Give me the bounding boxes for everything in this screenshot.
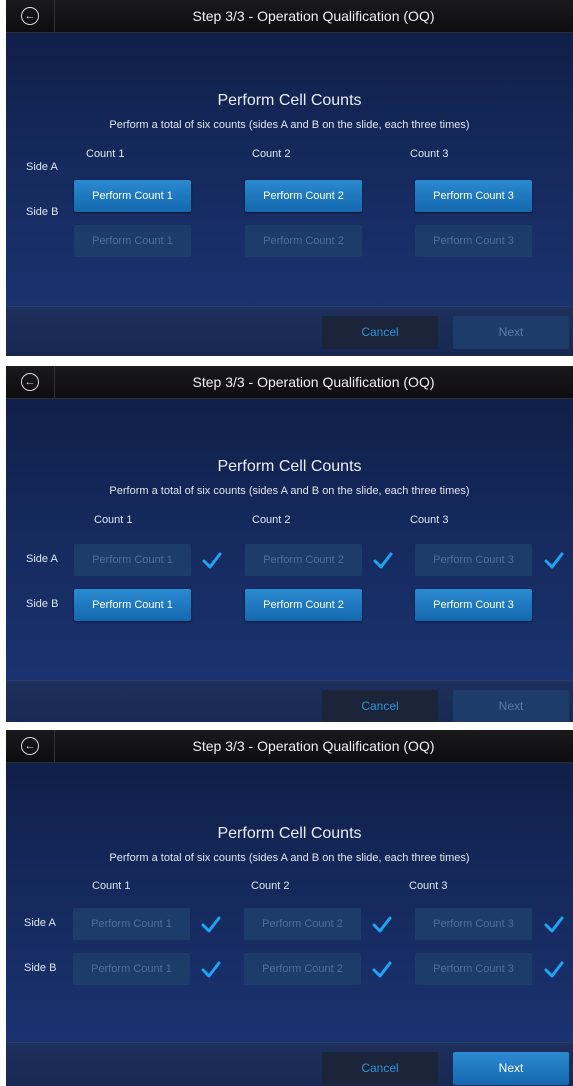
column-header-count-2: Count 2: [251, 880, 290, 892]
perform-count-3-side-b-button[interactable]: Perform Count 3: [415, 953, 532, 985]
screen-3: ← Step 3/3 - Operation Qualification (OQ…: [6, 730, 573, 1086]
perform-count-2-side-b-button[interactable]: Perform Count 2: [245, 589, 362, 621]
title-bar: ← Step 3/3 - Operation Qualification (OQ…: [6, 0, 573, 33]
cancel-button[interactable]: Cancel: [322, 316, 438, 349]
cancel-button[interactable]: Cancel: [322, 690, 438, 722]
footer-bar: Cancel Next: [6, 1042, 573, 1086]
column-header-count-3: Count 3: [410, 148, 449, 160]
checkmark-icon: [544, 552, 564, 569]
title-bar: ← Step 3/3 - Operation Qualification (OQ…: [6, 730, 573, 763]
section-heading: Perform Cell Counts: [217, 458, 362, 475]
perform-count-3-side-b-button[interactable]: Perform Count 3: [415, 589, 532, 621]
checkmark-icon: [544, 961, 564, 978]
page-title: Step 3/3 - Operation Qualification (OQ): [192, 738, 435, 754]
perform-count-1-side-b-button[interactable]: Perform Count 1: [74, 589, 191, 621]
row-label-side-b: Side B: [26, 206, 59, 218]
row-label-side-b: Side B: [24, 962, 57, 974]
perform-count-1-side-b-button[interactable]: Perform Count 1: [74, 225, 191, 257]
perform-count-2-side-a-button[interactable]: Perform Count 2: [244, 908, 361, 940]
perform-count-2-side-a-button[interactable]: Perform Count 2: [245, 544, 362, 576]
perform-count-1-side-b-button[interactable]: Perform Count 1: [73, 953, 190, 985]
row-label-side-a: Side A: [26, 553, 58, 565]
checkmark-icon: [201, 961, 221, 978]
back-arrow-circle-icon: ←: [21, 737, 39, 755]
back-arrow-circle-icon: ←: [21, 373, 39, 391]
back-arrow-circle-icon: ←: [21, 7, 39, 25]
checkmark-icon: [373, 552, 393, 569]
perform-count-1-side-a-button[interactable]: Perform Count 1: [74, 180, 191, 212]
perform-count-3-side-b-button[interactable]: Perform Count 3: [415, 225, 532, 257]
column-header-count-2: Count 2: [252, 514, 291, 526]
row-label-side-a: Side A: [26, 161, 58, 173]
perform-count-1-side-a-button[interactable]: Perform Count 1: [74, 544, 191, 576]
instructions-text: Perform a total of six counts (sides A a…: [109, 119, 470, 131]
next-button[interactable]: Next: [453, 1052, 569, 1085]
column-header-count-1: Count 1: [92, 880, 131, 892]
perform-count-2-side-a-button[interactable]: Perform Count 2: [245, 180, 362, 212]
perform-count-2-side-b-button[interactable]: Perform Count 2: [244, 953, 361, 985]
section-heading: Perform Cell Counts: [217, 825, 362, 842]
section-heading: Perform Cell Counts: [217, 92, 362, 109]
screen-2: ← Step 3/3 - Operation Qualification (OQ…: [6, 366, 573, 722]
instructions-text: Perform a total of six counts (sides A a…: [109, 485, 470, 497]
back-button[interactable]: ←: [6, 0, 55, 32]
checkmark-icon: [544, 916, 564, 933]
page-title: Step 3/3 - Operation Qualification (OQ): [192, 8, 435, 24]
screen-1: ← Step 3/3 - Operation Qualification (OQ…: [6, 0, 573, 356]
instructions-text: Perform a total of six counts (sides A a…: [109, 852, 470, 864]
checkmark-icon: [372, 916, 392, 933]
row-label-side-b: Side B: [26, 598, 59, 610]
perform-count-3-side-a-button[interactable]: Perform Count 3: [415, 908, 532, 940]
column-header-count-3: Count 3: [410, 514, 449, 526]
title-bar: ← Step 3/3 - Operation Qualification (OQ…: [6, 366, 573, 399]
page-title: Step 3/3 - Operation Qualification (OQ): [192, 374, 435, 390]
next-button[interactable]: Next: [453, 690, 569, 722]
back-button[interactable]: ←: [6, 366, 55, 398]
back-button[interactable]: ←: [6, 730, 55, 762]
checkmark-icon: [201, 916, 221, 933]
footer-bar: Cancel Next: [6, 680, 573, 722]
row-label-side-a: Side A: [24, 917, 56, 929]
cancel-button[interactable]: Cancel: [322, 1052, 438, 1085]
checkmark-icon: [372, 961, 392, 978]
column-header-count-1: Count 1: [86, 148, 125, 160]
column-header-count-1: Count 1: [94, 514, 133, 526]
footer-bar: Cancel Next: [6, 306, 573, 356]
perform-count-3-side-a-button[interactable]: Perform Count 3: [415, 544, 532, 576]
next-button[interactable]: Next: [453, 316, 569, 349]
perform-count-1-side-a-button[interactable]: Perform Count 1: [73, 908, 190, 940]
perform-count-3-side-a-button[interactable]: Perform Count 3: [415, 180, 532, 212]
column-header-count-2: Count 2: [252, 148, 291, 160]
checkmark-icon: [202, 552, 222, 569]
column-header-count-3: Count 3: [409, 880, 448, 892]
perform-count-2-side-b-button[interactable]: Perform Count 2: [245, 225, 362, 257]
